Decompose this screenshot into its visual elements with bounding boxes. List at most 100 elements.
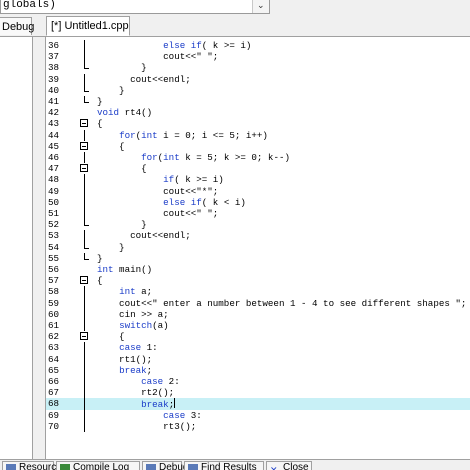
code-line[interactable]: 36 else if( k >= i) [46, 40, 470, 52]
fold-guide [84, 219, 89, 227]
code-line[interactable]: 55} [46, 252, 470, 264]
code-line[interactable]: 52 } [46, 219, 470, 230]
code-line[interactable]: 57 { [46, 275, 470, 286]
code-editor[interactable]: 36 else if( k >= i) 37 cout<<" "; 38 } 39 c… [45, 37, 470, 459]
code-line[interactable]: 49 cout<<"*"; [46, 185, 470, 197]
line-number: 57 [48, 275, 60, 287]
fold-guide [84, 73, 85, 85]
line-number: 44 [48, 129, 60, 141]
find-results-icon [188, 464, 198, 470]
code-line[interactable]: 67 rt2(); [46, 387, 470, 399]
fold-guide [84, 62, 89, 70]
fold-guide [84, 129, 85, 141]
code-line[interactable]: 39 cout<<endl; [46, 73, 470, 85]
line-number: 68 [48, 398, 60, 410]
code-text: cout<<"*"; [97, 185, 219, 197]
fold-guide [84, 208, 85, 220]
line-number: 70 [48, 420, 60, 432]
code-line[interactable]: 42 void rt4() [46, 107, 470, 118]
line-number: 55 [48, 252, 60, 264]
line-number: 54 [48, 241, 60, 253]
code-line[interactable]: 41} [46, 96, 470, 107]
line-number: 50 [48, 196, 60, 208]
line-number: 66 [48, 376, 60, 387]
fold-guide [84, 409, 85, 421]
code-line[interactable]: 64 rt1(); [46, 353, 470, 365]
line-number: 49 [48, 185, 60, 197]
scope-selector[interactable]: globals) ⌄ [0, 0, 270, 14]
code-line[interactable]: 47 { [46, 163, 470, 174]
code-line[interactable]: 44 for(int i = 0; i <= 5; i++) [46, 129, 470, 141]
code-line[interactable]: 51 cout<<" "; [46, 208, 470, 220]
code-line[interactable]: 45 { [46, 141, 470, 152]
code-text: { [97, 140, 125, 152]
code-line[interactable]: 62 { [46, 331, 470, 342]
fold-guide [84, 174, 85, 186]
code-text: int a; [119, 286, 153, 298]
fold-toggle-icon[interactable] [80, 164, 88, 173]
debug-icon [146, 464, 156, 470]
code-text: } [97, 241, 125, 253]
code-text: } [97, 219, 147, 231]
splitter[interactable] [33, 37, 45, 459]
code-line[interactable]: 46 for(int k = 5; k >= 0; k--) [46, 152, 470, 164]
line-number: 42 [48, 107, 60, 119]
fold-guide [84, 152, 85, 164]
fold-toggle-icon[interactable] [80, 119, 88, 128]
fold-guide [84, 196, 85, 208]
code-line[interactable]: 56 int main() [46, 264, 470, 275]
code-text: cout<<" "; [97, 51, 219, 63]
code-text: rt3(); [97, 420, 197, 432]
toolbar-area [270, 0, 470, 14]
code-line[interactable]: 65 break; [46, 364, 470, 376]
code-line[interactable]: 70 rt3(); [46, 420, 470, 432]
code-text: cout<<endl; [97, 73, 191, 85]
code-line[interactable]: 40 } [46, 84, 470, 96]
tab-untitled1-cpp[interactable]: [*] Untitled1.cpp [46, 16, 130, 36]
line-number: 64 [48, 353, 60, 365]
line-number: 43 [48, 118, 60, 130]
code-line[interactable]: 43 { [46, 118, 470, 129]
line-number: 40 [48, 84, 60, 96]
scope-dropdown-button[interactable]: ⌄ [252, 0, 269, 13]
code-text: } [97, 96, 103, 107]
code-text: rt2(); [97, 387, 175, 399]
code-text: break; [119, 364, 153, 376]
code-line[interactable]: 53 cout<<endl; [46, 230, 470, 242]
code-text: else if( k >= i) [163, 40, 252, 51]
code-text: for(int i = 0; i <= 5; i++) [119, 129, 268, 141]
code-line[interactable]: 69 case 3: [46, 409, 470, 421]
code-line[interactable]: 37 cout<<" "; [46, 51, 470, 63]
code-text: int main() [97, 264, 153, 275]
code-line[interactable]: 48 if( k >= i) [46, 174, 470, 186]
fold-toggle-icon[interactable] [80, 276, 88, 285]
code-line[interactable]: 68 break; [46, 398, 470, 410]
code-line[interactable]: 66 case 2: [46, 376, 470, 388]
line-number: 58 [48, 286, 60, 298]
code-text: for(int k = 5; k >= 0; k--) [141, 152, 290, 163]
text-caret [174, 398, 176, 409]
code-line[interactable]: 38 } [46, 62, 470, 73]
code-line[interactable]: 50 else if( k < i) [46, 196, 470, 208]
code-text: } [97, 84, 125, 96]
code-line[interactable]: 59 cout<<" enter a number between 1 - 4 … [46, 297, 470, 309]
code-line[interactable]: 63 case 1: [46, 342, 470, 354]
close-icon: ✕ [270, 465, 278, 470]
code-text: cout<<" enter a number between 1 - 4 to … [97, 297, 467, 309]
code-line[interactable]: 61 switch(a) [46, 320, 470, 332]
fold-guide [84, 297, 85, 309]
line-number: 45 [48, 140, 60, 152]
fold-guide [84, 51, 85, 63]
line-number: 36 [48, 40, 60, 51]
line-number: 48 [48, 174, 60, 186]
code-line[interactable]: 54 } [46, 241, 470, 253]
tab-debug-panel[interactable]: Debug [0, 17, 34, 35]
chevron-down-icon: ⌄ [257, 0, 265, 10]
fold-toggle-icon[interactable] [80, 332, 88, 341]
code-text: switch(a) [119, 320, 169, 331]
line-number: 67 [48, 387, 60, 399]
fold-toggle-icon[interactable] [80, 141, 88, 150]
line-number: 56 [48, 264, 60, 275]
code-line[interactable]: 58 int a; [46, 286, 470, 298]
code-line[interactable]: 60 cin >> a; [46, 308, 470, 320]
